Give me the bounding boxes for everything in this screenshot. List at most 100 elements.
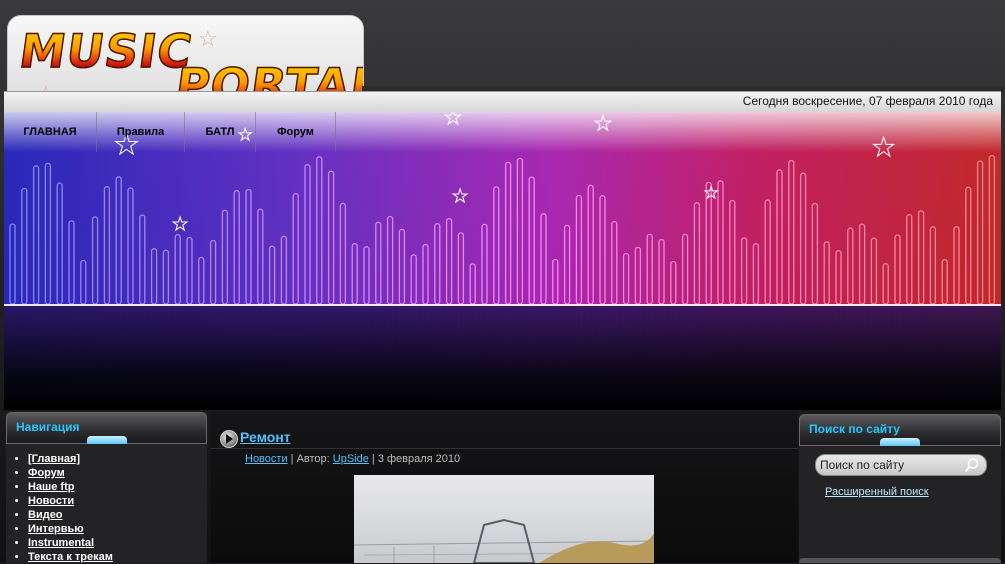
search-box <box>815 454 987 476</box>
post-author-link[interactable]: UpSide <box>333 453 369 465</box>
equalizer-bar <box>316 156 323 305</box>
equalizer-bar <box>174 234 181 305</box>
equalizer-bar <box>693 202 701 305</box>
equalizer-bar <box>823 241 830 305</box>
equalizer-bar <box>221 209 229 305</box>
equalizer-bar <box>634 246 642 305</box>
equalizer-bar <box>56 182 63 305</box>
equalizer-bar <box>528 176 535 305</box>
equalizer-bar <box>988 154 996 305</box>
logo-text-music: MUSIC <box>15 23 196 79</box>
nav-item-forum[interactable]: Форум <box>256 112 336 152</box>
equalizer-bar <box>363 246 370 305</box>
nav-item-rules[interactable]: Правила <box>97 112 185 152</box>
post-category-link[interactable]: Новости <box>245 453 288 465</box>
post-title[interactable]: Ремонт <box>240 429 291 445</box>
equalizer-bar <box>375 221 382 305</box>
equalizer-bar <box>422 243 429 305</box>
navigation-list: [Главная] Форум Наше ftp Новости Видео И… <box>14 452 113 564</box>
equalizer-bar <box>91 216 99 305</box>
nav-link-news[interactable]: Новости <box>28 495 74 507</box>
nav-item-battle[interactable]: БАТЛ <box>185 112 256 152</box>
equalizer-bar <box>186 236 193 305</box>
equalizer-bar <box>457 232 465 305</box>
equalizer-bar <box>587 184 594 305</box>
equalizer-bar <box>776 169 783 305</box>
list-item: Новости <box>28 494 113 508</box>
equalizer-bar <box>304 164 311 305</box>
equalizer-bar <box>268 245 276 305</box>
header-glow <box>87 436 127 444</box>
equalizer-bar <box>327 170 335 305</box>
equalizer-bar <box>575 194 583 305</box>
search-panel-header: Поиск по сайту <box>799 414 1001 446</box>
top-nav-menu: ГЛАВНАЯ Правила БАТЛ Форум <box>4 112 336 152</box>
search-input[interactable] <box>820 457 960 473</box>
list-item: Наше ftp <box>28 480 113 494</box>
nav-link-home[interactable]: [Главная] <box>28 453 80 465</box>
nav-link-interview[interactable]: Интервью <box>28 523 84 535</box>
equalizer-bar <box>103 186 111 305</box>
equalizer-bar <box>68 220 75 305</box>
equalizer-bar <box>233 190 240 305</box>
equalizer-bar <box>670 260 677 305</box>
equalizer-bar <box>965 186 972 305</box>
header-banner: ★★★★★★★★ ГЛАВНАЯ Правила БАТЛ Форум <box>4 112 1001 410</box>
search-icon[interactable] <box>964 457 980 473</box>
equalizer-bar <box>398 228 406 305</box>
equalizer-bar <box>209 239 217 305</box>
equalizer-bar <box>198 256 205 305</box>
equalizer-bar <box>9 223 16 305</box>
nav-link-lyrics[interactable]: Текста к трекам <box>28 551 113 563</box>
equalizer-bar <box>858 223 866 305</box>
current-date: Сегодня воскресение, 07 февраля 2010 год… <box>742 94 993 108</box>
search-panel-title: Поиск по сайту <box>809 422 900 436</box>
equalizer-bar <box>870 237 878 305</box>
equalizer-bar <box>894 234 901 305</box>
equalizer-bar <box>434 222 441 305</box>
star-icon: ★ <box>452 186 468 207</box>
equalizer-bar <box>953 226 960 305</box>
equalizer-bar <box>929 226 937 305</box>
equalizer-bar <box>764 199 771 305</box>
equalizer-bar <box>611 220 618 305</box>
equalizer-bar <box>788 159 795 305</box>
equalizer-bar <box>847 227 854 305</box>
navigation-panel-header: Навигация <box>6 412 207 444</box>
equalizer-bar <box>906 214 913 305</box>
equalizer-bar <box>339 202 347 305</box>
equalizer-bar <box>811 202 819 305</box>
page: ☆ ☆ MUSIC PORTAL Сегодня воскресение, 07… <box>0 0 1005 563</box>
header-glow <box>880 438 920 446</box>
equalizer-bar <box>351 243 358 305</box>
advanced-search-link[interactable]: Расширенный поиск <box>825 486 929 498</box>
equalizer-bar <box>445 217 453 305</box>
equalizer-bar <box>622 252 630 305</box>
nav-link-video[interactable]: Видео <box>28 509 63 521</box>
equalizer-bar <box>717 180 724 305</box>
star-icon: ★ <box>172 214 188 235</box>
equalizer-bar <box>245 188 252 305</box>
nav-link-ftp[interactable]: Наше ftp <box>28 481 74 493</box>
date-bar: Сегодня воскресение, 07 февраля 2010 год… <box>4 91 1001 113</box>
banner-horizon-line <box>4 304 1001 306</box>
main-content: Ремонт Новости | Автор: UpSide | 3 февра… <box>211 412 798 563</box>
nav-link-instrumental[interactable]: Instrumental <box>28 537 94 549</box>
equalizer-bar <box>80 259 87 305</box>
equalizer-bar <box>563 224 571 305</box>
list-item: Интервью <box>28 522 113 536</box>
equalizer-bar <box>280 235 288 305</box>
nav-item-home[interactable]: ГЛАВНАЯ <box>4 112 97 152</box>
list-item: Форум <box>28 466 113 480</box>
equalizer-bar <box>540 213 547 305</box>
equalizer-bar <box>115 176 122 305</box>
equalizer-bar <box>386 215 394 305</box>
nav-link-forum[interactable]: Форум <box>28 467 65 479</box>
star-icon: ★ <box>704 183 718 202</box>
equalizer-bar <box>493 186 500 305</box>
equalizer-bar <box>469 263 476 305</box>
equalizer-bar <box>646 233 653 305</box>
equalizer-bar <box>835 250 842 305</box>
equalizer-bar <box>681 233 689 305</box>
equalizer-bar <box>882 262 889 305</box>
